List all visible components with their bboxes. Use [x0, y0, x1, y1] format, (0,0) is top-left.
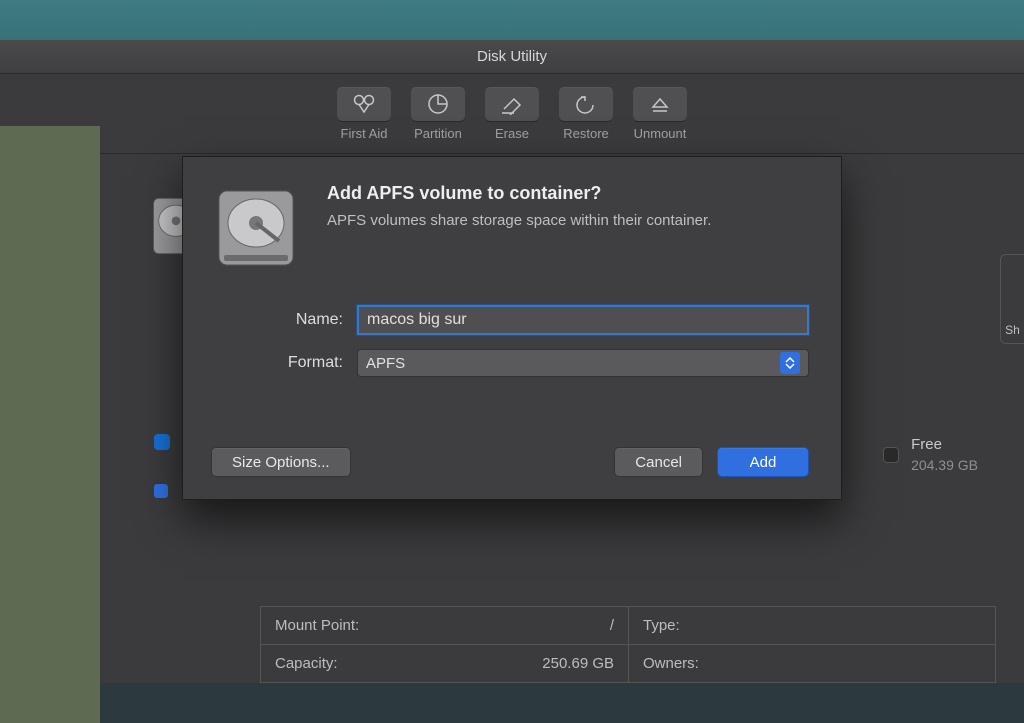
- erase-icon: [485, 87, 539, 121]
- window-title: Disk Utility: [477, 48, 547, 65]
- info-val: 250.69 GB: [542, 655, 614, 672]
- first-aid-icon: [337, 87, 391, 121]
- toolbar-item-unmount[interactable]: Unmount: [628, 87, 692, 141]
- info-key: Type:: [643, 617, 680, 634]
- cancel-button[interactable]: Cancel: [614, 447, 703, 477]
- info-key: Mount Point:: [275, 617, 359, 634]
- toolbar-item-erase[interactable]: Erase: [480, 87, 544, 141]
- add-button[interactable]: Add: [717, 447, 809, 477]
- disk-icon: [211, 183, 301, 273]
- info-row: Mount Point: /: [261, 607, 628, 645]
- format-label: Format:: [267, 354, 357, 372]
- info-row: Type:: [628, 607, 995, 645]
- toolbar-item-restore[interactable]: Restore: [554, 87, 618, 141]
- format-select[interactable]: APFS: [357, 349, 809, 377]
- toolbar-item-first-aid[interactable]: First Aid: [332, 87, 396, 141]
- size-options-button[interactable]: Size Options...: [211, 447, 351, 477]
- free-legend: Free 204.39 GB: [883, 436, 978, 473]
- used-checkbox: [154, 484, 168, 498]
- info-val: /: [610, 617, 614, 634]
- volume-info-table: Mount Point: / Type: Capacity: 250.69 GB…: [260, 606, 996, 683]
- unmount-icon: [633, 87, 687, 121]
- window-titlebar: Disk Utility: [0, 40, 1024, 74]
- info-key: Capacity:: [275, 655, 338, 672]
- sheet-title: Add APFS volume to container?: [327, 183, 711, 204]
- restore-icon: [559, 87, 613, 121]
- toolbar-item-partition[interactable]: Partition: [406, 87, 470, 141]
- name-label: Name:: [267, 311, 357, 329]
- free-swatch: [883, 447, 899, 463]
- format-selected-value: APFS: [366, 355, 405, 372]
- toolbar-label: First Aid: [341, 126, 388, 141]
- used-swatch: [154, 434, 170, 450]
- toolbar-label: Erase: [495, 126, 529, 141]
- chevron-up-down-icon: [780, 352, 800, 374]
- toolbar-label: Restore: [563, 126, 609, 141]
- info-key: Owners:: [643, 655, 699, 672]
- free-label: Free: [911, 436, 978, 453]
- sheet-subtitle: APFS volumes share storage space within …: [327, 212, 711, 229]
- right-cut-panel[interactable]: Sh: [1000, 254, 1024, 344]
- sidebar: [0, 126, 100, 723]
- partition-icon: [411, 87, 465, 121]
- free-value: 204.39 GB: [911, 457, 978, 473]
- toolbar: First Aid Partition Erase Restore Unmoun…: [0, 74, 1024, 154]
- volume-name-input[interactable]: [357, 305, 809, 335]
- info-row: Capacity: 250.69 GB: [261, 645, 628, 683]
- info-row: Owners:: [628, 645, 995, 683]
- toolbar-label: Unmount: [634, 126, 687, 141]
- right-cut-label: Sh: [1005, 323, 1020, 337]
- add-volume-sheet: Add APFS volume to container? APFS volum…: [182, 156, 842, 500]
- toolbar-label: Partition: [414, 126, 462, 141]
